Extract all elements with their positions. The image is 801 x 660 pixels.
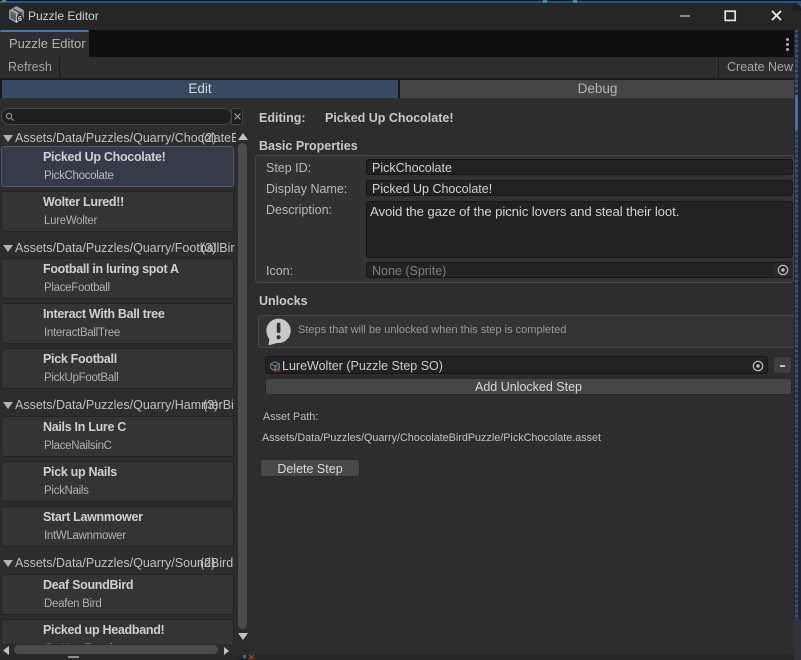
svg-text:6: 6 [18, 14, 22, 23]
svg-text:}: } [277, 367, 280, 372]
